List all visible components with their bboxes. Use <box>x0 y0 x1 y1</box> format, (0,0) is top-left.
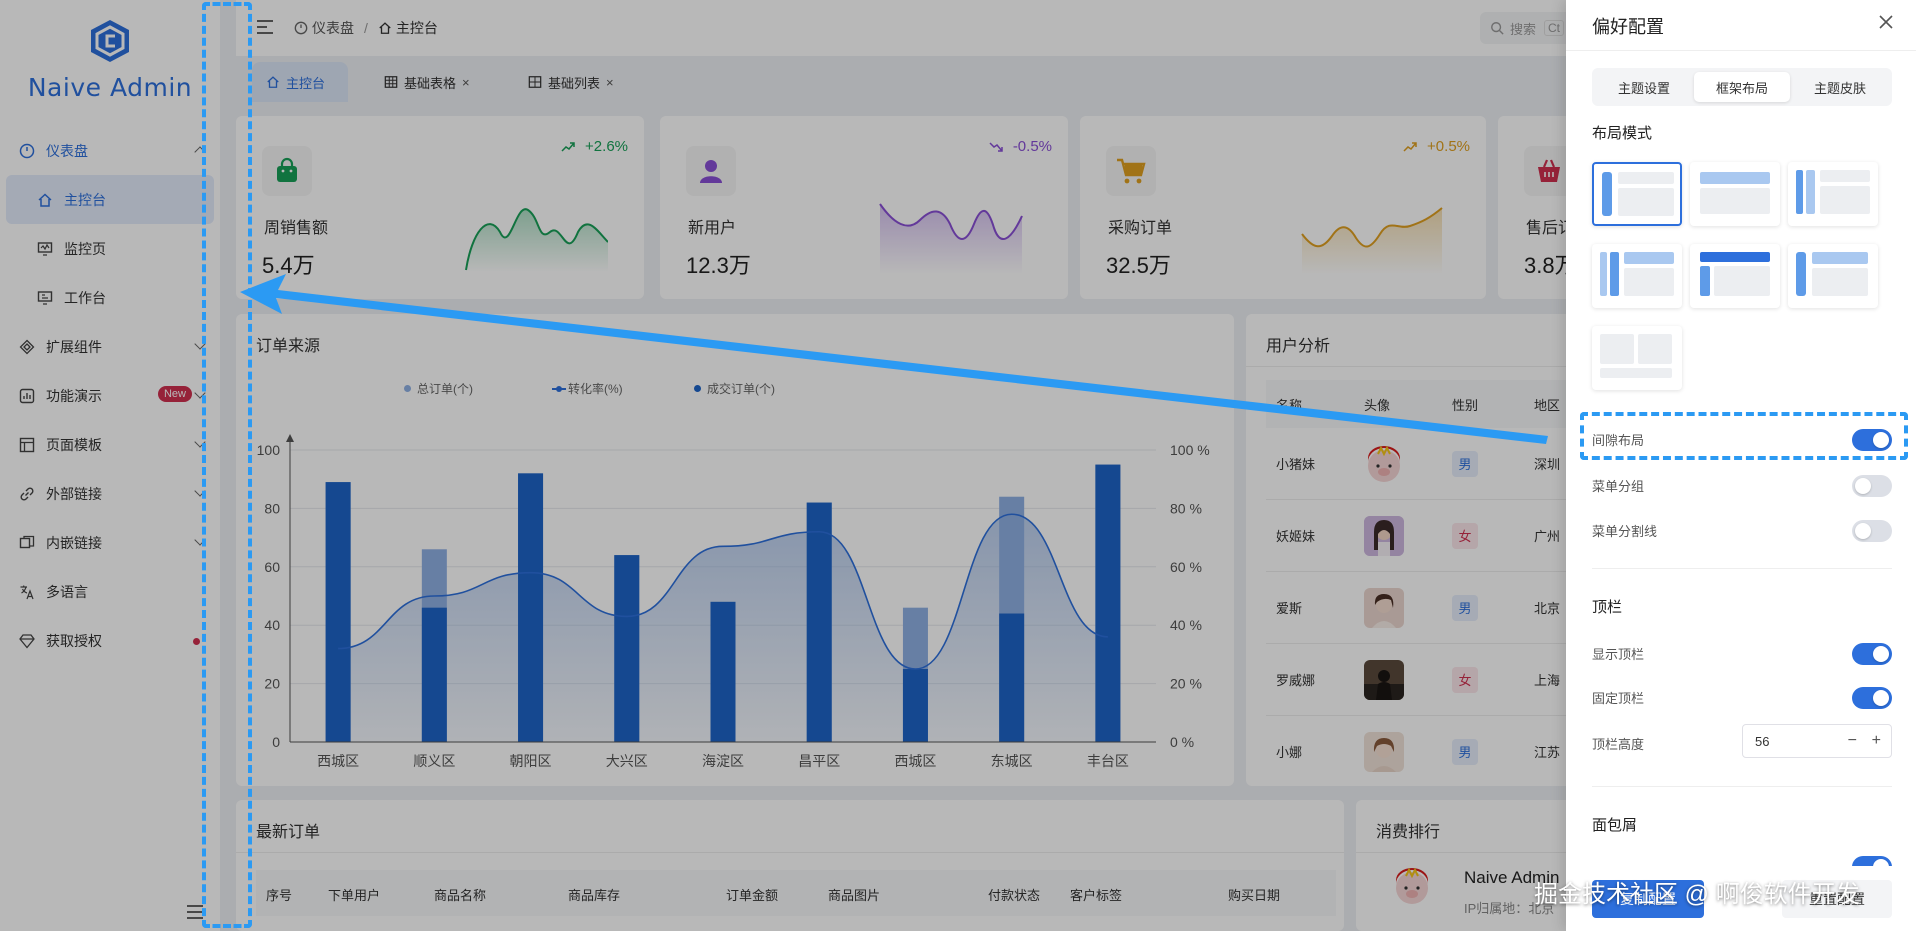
setting-menu-group: 菜单分组 <box>1592 470 1892 500</box>
fixed-topbar-switch[interactable] <box>1852 687 1892 709</box>
tab-theme-settings[interactable]: 主题设置 <box>1596 72 1692 102</box>
menu-group-switch[interactable] <box>1852 475 1892 497</box>
setting-show-topbar: 显示顶栏 <box>1592 638 1892 668</box>
tab-frame-layout[interactable]: 框架布局 <box>1694 72 1790 102</box>
setting-fixed-topbar: 固定顶栏 <box>1592 682 1892 712</box>
divider <box>1592 786 1892 787</box>
layout-option-top[interactable] <box>1690 162 1780 226</box>
setting-label: 菜单分割线 <box>1592 523 1658 539</box>
show-topbar-switch[interactable] <box>1852 643 1892 665</box>
section-title: 顶栏 <box>1592 599 1623 616</box>
close-icon[interactable] <box>1878 14 1894 30</box>
setting-menu-divider: 菜单分割线 <box>1592 515 1892 545</box>
layout-option-double-column[interactable] <box>1592 244 1682 308</box>
section-title: 布局模式 <box>1592 125 1653 142</box>
settings-segmented-control: 主题设置 框架布局 主题皮肤 <box>1592 68 1892 106</box>
divider <box>1592 568 1892 569</box>
watermark: 掘金技术社区 @ 啊俊软件开发 <box>1534 881 1860 908</box>
annotation-sidebar-gap <box>202 2 252 928</box>
drawer-title: 偏好配置 <box>1592 17 1664 37</box>
annotation-gap-layout <box>1580 412 1908 460</box>
divider <box>1566 50 1916 51</box>
setting-label: 顶栏高度 <box>1592 736 1645 752</box>
section-title: 面包屑 <box>1592 817 1638 834</box>
setting-topbar-height: 顶栏高度 56 − + <box>1592 724 1892 758</box>
topbar-height-input[interactable]: 56 − + <box>1742 724 1892 758</box>
plus-icon[interactable]: + <box>1872 732 1881 750</box>
breadcrumb-switch[interactable] <box>1852 856 1892 866</box>
layout-option-mixed[interactable] <box>1690 244 1780 308</box>
layout-option-sidebar[interactable] <box>1592 162 1682 226</box>
tab-theme-skin[interactable]: 主题皮肤 <box>1792 72 1888 102</box>
input-value: 56 <box>1755 733 1770 749</box>
setting-label: 固定顶栏 <box>1592 690 1645 706</box>
menu-divider-switch[interactable] <box>1852 520 1892 542</box>
preferences-drawer: 偏好配置 主题设置 框架布局 主题皮肤 布局模式 间隙布局 菜单分组 菜单分割线 <box>1566 0 1916 931</box>
setting-label: 菜单分组 <box>1592 478 1645 494</box>
setting-breadcrumb-partial <box>1592 852 1892 866</box>
layout-option-full-content[interactable] <box>1592 326 1682 390</box>
layout-option-side-mixed[interactable] <box>1788 244 1878 308</box>
setting-label: 显示顶栏 <box>1592 646 1645 662</box>
minus-icon[interactable]: − <box>1848 732 1857 750</box>
layout-option-double-sidebar[interactable] <box>1788 162 1878 226</box>
